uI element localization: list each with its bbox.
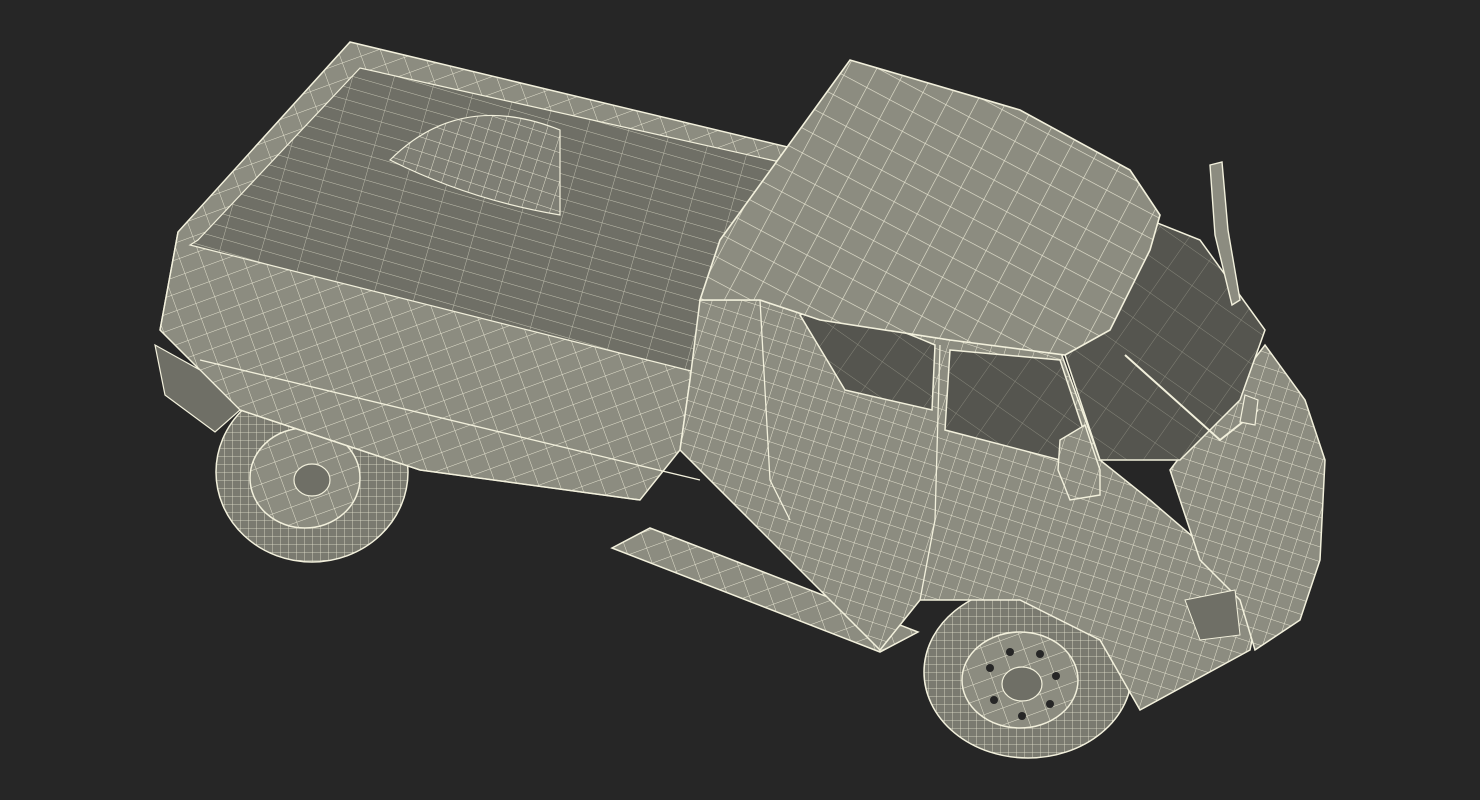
render-viewport <box>0 0 1480 800</box>
truck-render <box>154 41 1326 759</box>
